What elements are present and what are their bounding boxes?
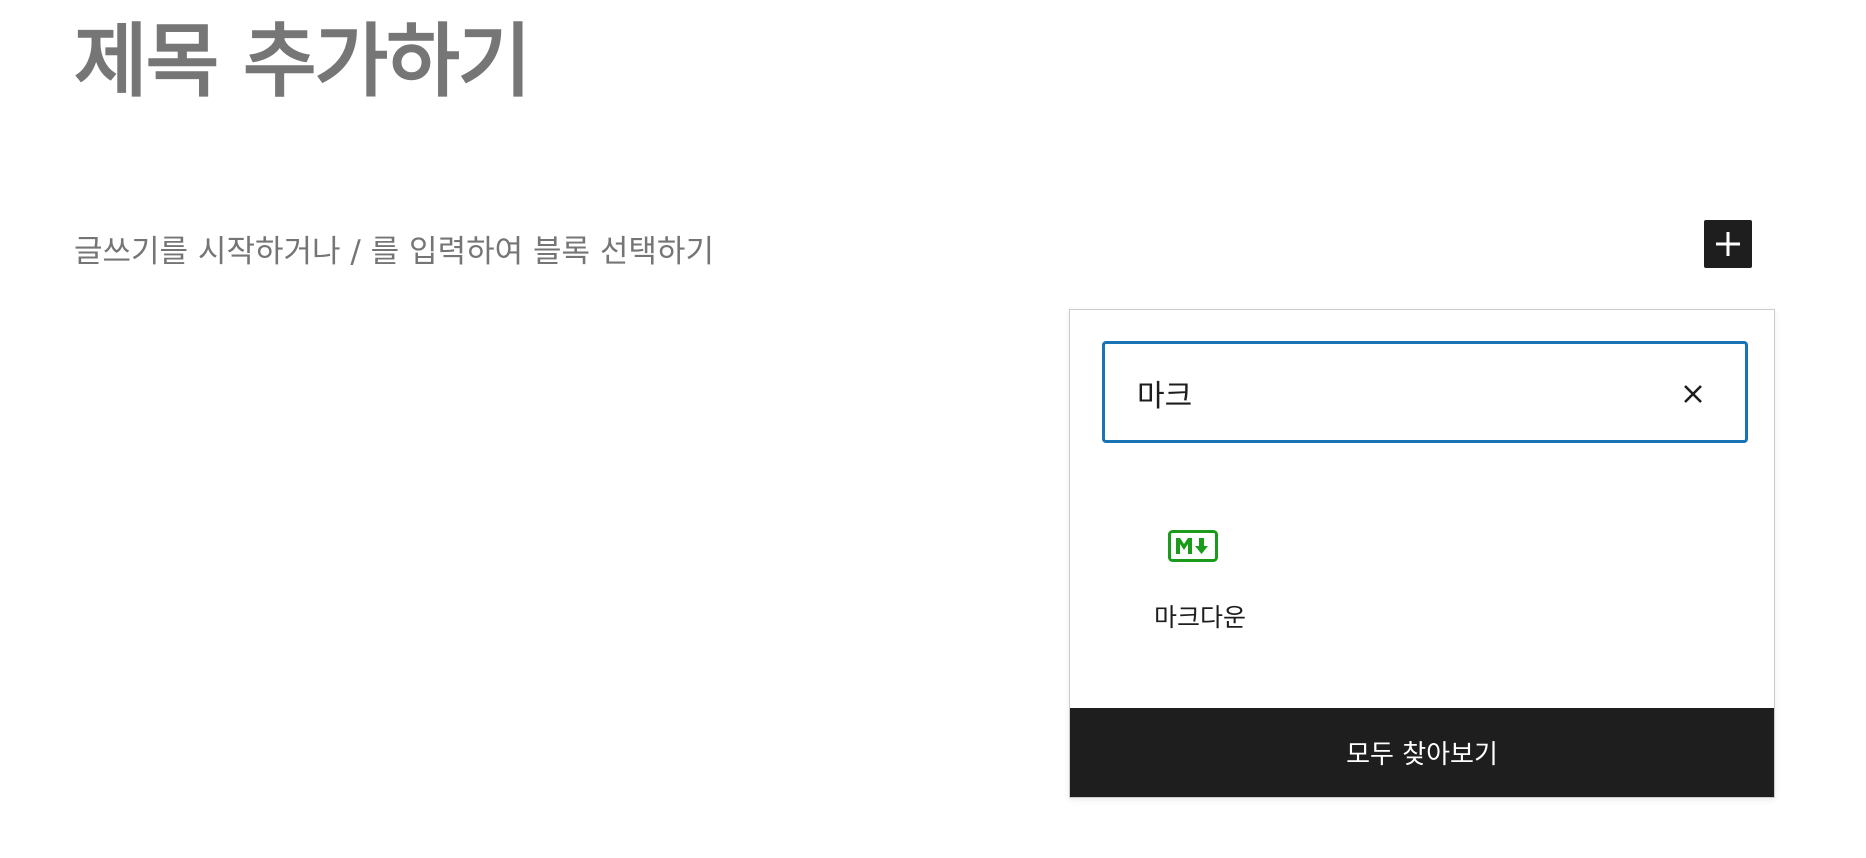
block-result-label: 마크다운 (1153, 603, 1246, 632)
paragraph-placeholder[interactable]: 글쓰기를 시작하거나 / 를 입력하여 블록 선택하기 (74, 226, 714, 271)
add-block-button[interactable] (1704, 220, 1752, 268)
clear-search-button[interactable] (1673, 374, 1713, 414)
plus-icon (1716, 232, 1740, 256)
block-inserter-popover: 마크다운 모두 찾아보기 (1069, 309, 1775, 798)
block-result-markdown[interactable]: 마크다운 (1140, 530, 1260, 640)
close-icon (1684, 385, 1702, 403)
block-search-input[interactable] (1137, 374, 1677, 412)
editor-canvas: 제목 추가하기 글쓰기를 시작하거나 / 를 입력하여 블록 선택하기 마크 마… (0, 0, 1866, 858)
post-title[interactable]: 제목 추가하기 (74, 18, 531, 106)
block-search[interactable] (1102, 341, 1748, 443)
markdown-icon (1168, 530, 1218, 562)
browse-all-button[interactable]: 모두 찾아보기 (1070, 708, 1774, 797)
